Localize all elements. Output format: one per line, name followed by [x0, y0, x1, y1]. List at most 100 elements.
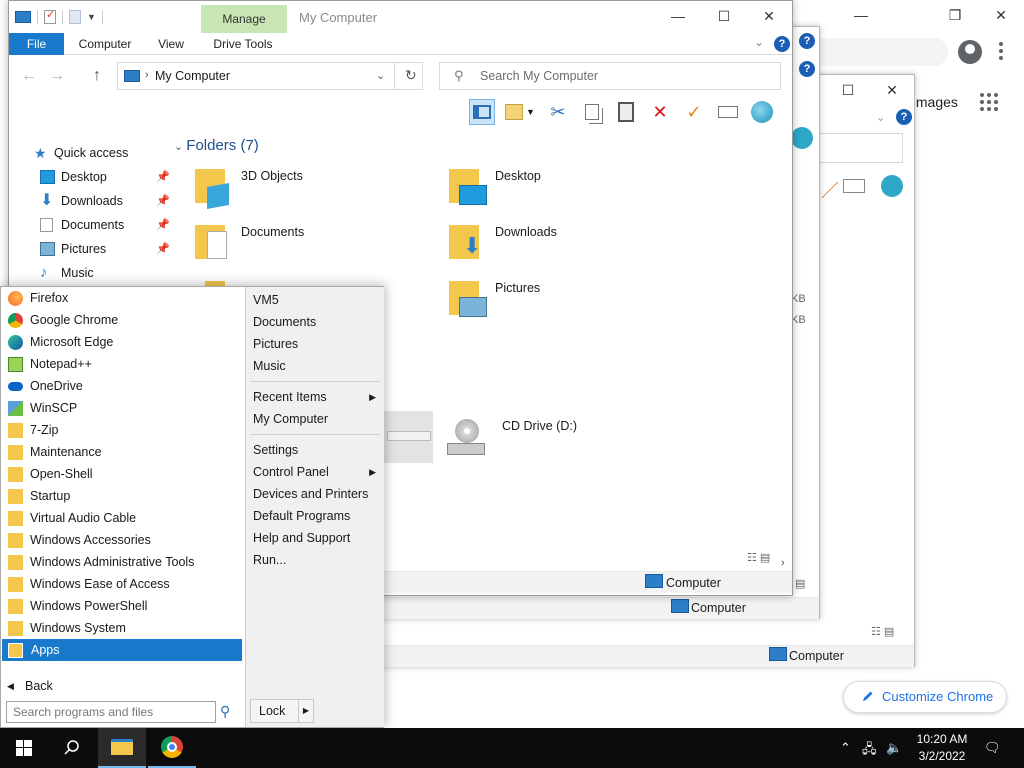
properties-icon[interactable] [843, 179, 865, 193]
right-item-control-panel[interactable]: Control Panel ▶ [246, 461, 384, 483]
program-windows-ease-of-access[interactable]: Windows Ease of Access [1, 573, 245, 595]
program-edge[interactable]: Microsoft Edge [1, 331, 245, 353]
nav-item-pictures[interactable]: Pictures 📌 [9, 237, 174, 261]
shell-icon[interactable] [749, 99, 775, 125]
program-apps[interactable]: Apps [2, 639, 242, 661]
pin-icon[interactable]: 📌 [156, 213, 170, 237]
tab-computer[interactable]: Computer [71, 33, 139, 55]
chrome-address-bar[interactable] [800, 38, 948, 66]
back-arrow-icon[interactable]: ← [21, 67, 37, 85]
copy-icon[interactable] [579, 99, 605, 125]
clock[interactable]: 10:20 AM 3/2/2022 [912, 731, 972, 765]
maximize-button[interactable]: ☐ [701, 5, 747, 27]
properties-icon[interactable] [715, 99, 741, 125]
help-icon[interactable]: ? [799, 33, 815, 49]
help-icon[interactable]: ? [896, 109, 912, 125]
new-folder-icon[interactable] [69, 10, 81, 24]
search-icon[interactable]: ⚲ [220, 703, 230, 720]
view-options-icon[interactable]: ▼ [503, 99, 537, 125]
scroll-right-icon[interactable]: › [781, 557, 785, 569]
right-item-run[interactable]: Run... [246, 549, 384, 571]
shell-icon[interactable] [791, 127, 813, 149]
right-item-settings[interactable]: Settings [246, 439, 384, 461]
help-icon[interactable]: ? [774, 36, 790, 52]
restore-button[interactable]: ☐ [825, 79, 871, 101]
close-button[interactable]: ✕ [869, 79, 915, 101]
folders-group-header[interactable]: ⌄ Folders (7) [174, 137, 259, 154]
tab-file[interactable]: File [9, 33, 64, 55]
nav-item-downloads[interactable]: ⬇ Downloads 📌 [9, 189, 174, 213]
right-item-recent-items[interactable]: Recent Items ▶ [246, 386, 384, 408]
breadcrumb-chevron-icon[interactable]: › [145, 69, 149, 81]
minimize-button[interactable]: — [655, 5, 701, 27]
customize-toolbar-icon[interactable]: ▼ [87, 12, 96, 22]
program-onedrive[interactable]: OneDrive [1, 375, 245, 397]
nav-quick-access[interactable]: ★ Quick access [9, 141, 174, 165]
pin-icon[interactable]: 📌 [156, 165, 170, 189]
chrome-minimize-button[interactable]: — [838, 4, 884, 26]
program-7zip[interactable]: 7-Zip [1, 419, 245, 441]
rename-icon[interactable]: ／ [821, 177, 839, 203]
chevron-down-icon[interactable]: ⌄ [376, 69, 385, 82]
program-maintenance[interactable]: Maintenance [1, 441, 245, 463]
profile-avatar-icon[interactable] [958, 40, 982, 64]
program-windows-powershell[interactable]: Windows PowerShell [1, 595, 245, 617]
ribbon-expand-icon[interactable]: ⌄ [754, 35, 764, 49]
right-item-help-support[interactable]: Help and Support [246, 527, 384, 549]
cut-icon[interactable]: ✂ [545, 99, 571, 125]
lock-button[interactable]: Lock ▶ [250, 699, 314, 723]
tab-drive-tools[interactable]: Drive Tools [203, 33, 283, 55]
navigation-pane-icon[interactable] [469, 99, 495, 125]
google-apps-icon[interactable] [980, 93, 998, 111]
rename-check-icon[interactable]: ✓ [681, 99, 707, 125]
right-item-my-computer[interactable]: My Computer [246, 408, 384, 430]
show-hidden-icons-chevron[interactable]: ⌃ [840, 740, 851, 756]
taskbar-file-explorer[interactable] [98, 728, 146, 768]
notifications-icon[interactable]: 🗨 [984, 740, 1001, 756]
back-button[interactable]: ◀ Back [1, 675, 245, 697]
chrome-restore-button[interactable]: ❐ [932, 4, 978, 26]
program-windows-admin-tools[interactable]: Windows Administrative Tools [1, 551, 245, 573]
address-bar[interactable]: › My Computer ⌄ ↻ [117, 62, 423, 90]
details-view-icon[interactable]: ☷ ▤ [747, 551, 770, 564]
right-item-pictures[interactable]: Pictures [246, 333, 384, 355]
program-search-input[interactable]: Search programs and files [6, 701, 216, 723]
chrome-close-button[interactable]: ✕ [978, 4, 1024, 26]
shell-icon[interactable] [881, 175, 903, 197]
computer-icon[interactable] [15, 11, 31, 23]
manage-tab[interactable]: Manage [201, 5, 287, 33]
program-notepadpp[interactable]: Notepad++ [1, 353, 245, 375]
program-chrome[interactable]: Google Chrome [1, 309, 245, 331]
right-item-devices-printers[interactable]: Devices and Printers [246, 483, 384, 505]
chrome-menu-icon[interactable] [999, 42, 1003, 60]
close-button[interactable]: ✕ [746, 5, 792, 27]
nav-item-desktop[interactable]: Desktop 📌 [9, 165, 174, 189]
power-options-arrow-icon[interactable]: ▶ [298, 699, 314, 723]
program-winscp[interactable]: WinSCP [1, 397, 245, 419]
paste-icon[interactable] [613, 99, 639, 125]
nav-item-music[interactable]: ♪ Music [9, 261, 174, 285]
ribbon-expand-icon[interactable]: ⌄ [876, 111, 885, 124]
customize-chrome-button[interactable]: Customize Chrome [843, 681, 1007, 713]
right-item-vm5[interactable]: VM5 [246, 289, 384, 311]
tab-view[interactable]: View [149, 33, 193, 55]
program-startup[interactable]: Startup [1, 485, 245, 507]
program-windows-system[interactable]: Windows System [1, 617, 245, 639]
search-button[interactable] [48, 728, 96, 768]
local-disk-tile-partial[interactable] [383, 411, 433, 463]
details-view-icon[interactable]: ☷ ▤ [871, 625, 894, 638]
program-windows-accessories[interactable]: Windows Accessories [1, 529, 245, 551]
start-button[interactable] [0, 728, 48, 768]
pin-icon[interactable]: 📌 [156, 237, 170, 261]
taskbar-chrome[interactable] [148, 728, 196, 768]
volume-icon[interactable]: 🔈 [886, 740, 902, 756]
program-firefox[interactable]: Firefox [1, 287, 245, 309]
right-item-documents[interactable]: Documents [246, 311, 384, 333]
help-icon[interactable]: ? [799, 61, 815, 77]
forward-arrow-icon[interactable]: → [49, 67, 65, 85]
search-box[interactable]: ⚲ Search My Computer [439, 62, 781, 90]
up-arrow-icon[interactable]: ↑ [93, 67, 101, 85]
nav-item-documents[interactable]: Documents 📌 [9, 213, 174, 237]
images-link[interactable]: Images [912, 94, 958, 110]
program-virtual-audio-cable[interactable]: Virtual Audio Cable [1, 507, 245, 529]
